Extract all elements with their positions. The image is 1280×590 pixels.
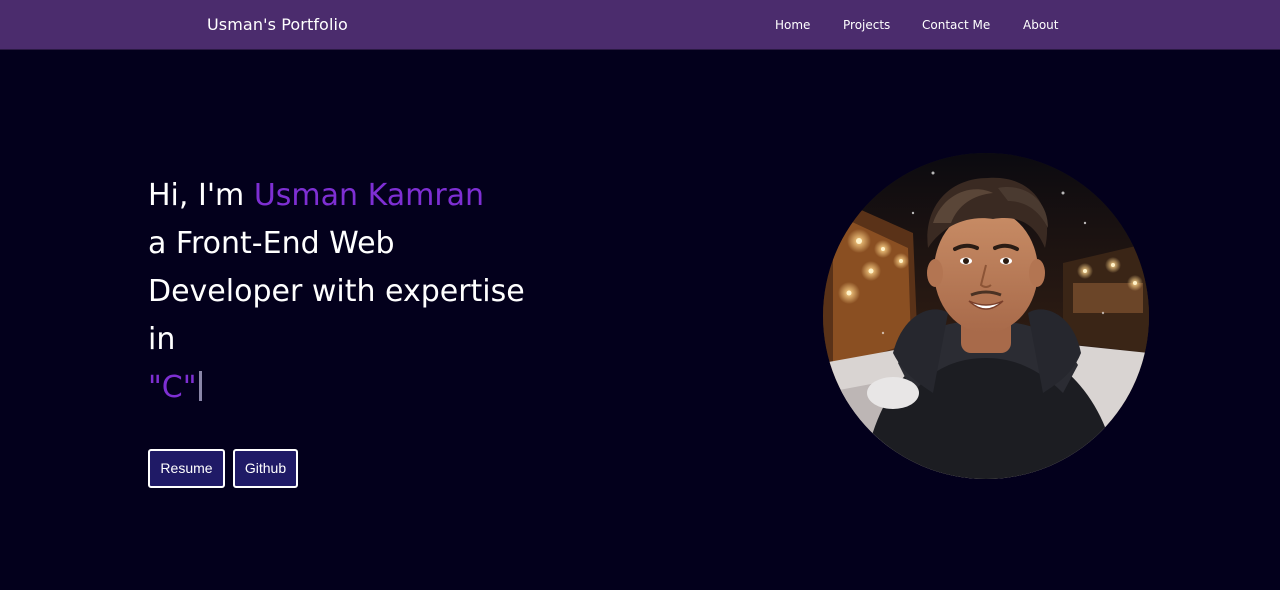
navbar: Usman's Portfolio Home Projects Contact … xyxy=(0,0,1280,50)
brand-title[interactable]: Usman's Portfolio xyxy=(207,15,348,34)
hero-name: Usman Kamran xyxy=(253,178,485,213)
hero-typed-line: "C" xyxy=(148,364,568,412)
typed-skill: "C" xyxy=(148,370,197,405)
hero-line-4: in xyxy=(148,322,176,357)
hero-line-2: a Front-End Web xyxy=(148,226,395,261)
profile-photo xyxy=(823,153,1149,479)
nav-link-projects[interactable]: Projects xyxy=(843,18,890,32)
profile-photo-illustration xyxy=(823,153,1149,479)
hero-line-3: Developer with expertise xyxy=(148,274,525,309)
hero-greeting: Hi, I'm xyxy=(148,178,245,213)
resume-button[interactable]: Resume xyxy=(148,449,225,488)
nav-link-home[interactable]: Home xyxy=(775,18,810,32)
nav-link-about[interactable]: About xyxy=(1023,18,1058,32)
typing-cursor xyxy=(198,371,202,401)
hero-intro: Hi, I'm Usman Kamran a Front-End Web Dev… xyxy=(148,172,568,412)
github-button[interactable]: Github xyxy=(233,449,298,488)
hero-line-1: Hi, I'm Usman Kamran xyxy=(148,172,568,220)
nav-link-contact[interactable]: Contact Me xyxy=(922,18,990,32)
